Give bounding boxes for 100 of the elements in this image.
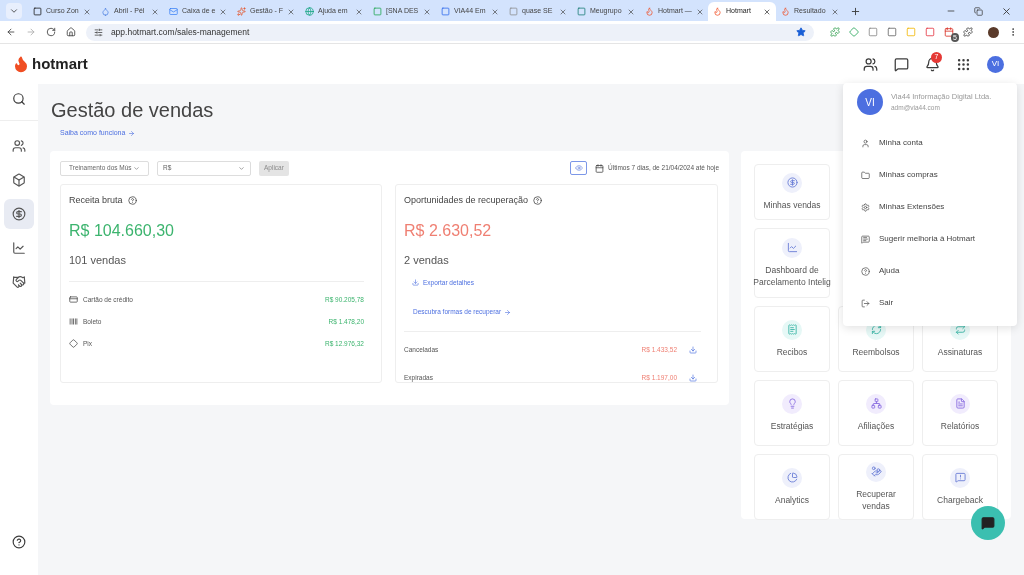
tile-label: Reembolsos — [852, 345, 900, 358]
caret-icon — [133, 164, 140, 172]
apps-grid-icon[interactable] — [956, 56, 971, 72]
square-icon — [33, 7, 42, 16]
shortcut-tile[interactable]: Relatórios — [922, 379, 998, 446]
menu-item[interactable]: Minhas Extensões — [857, 191, 1003, 223]
close-icon[interactable] — [423, 7, 431, 16]
shortcut-tile[interactable]: Analytics — [754, 453, 830, 520]
tile-label: Chargeback — [937, 493, 983, 506]
tile-label: Minhas vendas — [763, 198, 821, 211]
shortcut-tile[interactable]: Dashboard de Parcelamento Intelig — [754, 227, 830, 298]
tile-label: Dashboard de — [765, 263, 819, 276]
square-icon[interactable] — [887, 27, 897, 37]
profile-avatar[interactable] — [988, 26, 999, 38]
mail-icon — [169, 7, 178, 16]
download-icon[interactable] — [689, 346, 697, 354]
chart-icon — [12, 241, 26, 255]
arrow-icon — [504, 308, 512, 316]
menu-item[interactable]: Ajuda — [857, 255, 1003, 287]
menu-item[interactable]: Sugerir melhoria à Hotmart — [857, 223, 1003, 255]
close-icon[interactable] — [491, 7, 499, 16]
home-icon[interactable] — [65, 27, 76, 37]
help-icon[interactable] — [533, 195, 543, 205]
card-title: Receita bruta — [69, 193, 123, 207]
extensions-icon[interactable] — [963, 27, 973, 37]
logo-text: hotmart — [32, 53, 88, 74]
help-icon[interactable] — [12, 535, 26, 549]
people-icon[interactable] — [863, 56, 878, 72]
close-icon[interactable] — [627, 7, 635, 16]
shortcut-tile[interactable]: Recuperar vendas — [838, 453, 914, 520]
droplet-icon — [101, 7, 110, 16]
address-bar[interactable]: app.hotmart.com/sales-management — [85, 23, 814, 41]
site-settings-icon[interactable] — [93, 27, 103, 37]
help-icon — [861, 266, 870, 276]
tile-label: Assinaturas — [937, 345, 983, 358]
shortcut-tile[interactable]: Recibos — [754, 305, 830, 372]
lightbulb-icon — [786, 398, 798, 409]
card-title: Oportunidades de recuperação — [404, 193, 529, 207]
tile-label: Recuperar — [856, 487, 896, 500]
close-icon[interactable] — [151, 7, 159, 16]
logout-icon — [861, 298, 870, 308]
square-icon — [577, 7, 586, 16]
new-tab-icon[interactable] — [850, 6, 861, 17]
dollar-icon — [786, 177, 798, 188]
shortcut-tile[interactable]: Minhas vendas — [754, 163, 830, 220]
download-icon — [412, 278, 419, 286]
visibility-toggle[interactable] — [570, 161, 588, 175]
square-icon[interactable] — [925, 27, 935, 37]
star-icon[interactable] — [796, 27, 806, 37]
close-icon[interactable] — [559, 7, 567, 16]
recovery-amount: R$ 2.630,52 — [404, 221, 493, 241]
close-icon[interactable] — [355, 7, 363, 16]
download-icon[interactable] — [689, 374, 697, 382]
sidebar-item[interactable] — [4, 199, 34, 229]
search-icon[interactable] — [12, 92, 26, 106]
flame-icon — [781, 7, 790, 16]
flame-icon — [713, 7, 722, 16]
close-icon[interactable] — [287, 7, 296, 16]
hand-coins-icon — [870, 466, 882, 477]
chat-icon[interactable] — [894, 56, 909, 72]
restore-icon[interactable] — [974, 7, 983, 16]
chat-button[interactable] — [971, 506, 1005, 540]
tile-label: Recibos — [776, 345, 808, 358]
chart-icon — [786, 242, 798, 253]
close-icon[interactable] — [1001, 6, 1012, 17]
reload-icon[interactable] — [45, 27, 56, 37]
puzzle-icon[interactable] — [830, 27, 840, 37]
close-icon[interactable] — [219, 7, 228, 16]
close-icon[interactable] — [695, 7, 704, 16]
shortcut-tile[interactable]: Estratégias — [754, 379, 830, 446]
network-icon — [870, 398, 882, 409]
close-icon[interactable] — [763, 7, 771, 16]
url-text: app.hotmart.com/sales-management — [110, 25, 251, 39]
tile-label: Relatórios — [940, 419, 980, 432]
calendar-icon[interactable] — [595, 163, 605, 173]
folder-icon — [861, 170, 870, 180]
bell-icon[interactable] — [925, 56, 940, 72]
menu-item[interactable]: Minhas compras — [857, 159, 1003, 191]
tile-label: Analytics — [775, 493, 809, 506]
close-icon[interactable] — [831, 7, 839, 16]
tile-label: Estratégias — [770, 419, 814, 432]
diamond-icon — [69, 339, 78, 348]
page-title: Gestão de vendas — [51, 98, 214, 122]
menu-item[interactable]: Minha conta — [857, 127, 1003, 159]
shortcut-tile[interactable]: Afiliações — [838, 379, 914, 446]
refresh-icon — [870, 324, 882, 335]
chat-warning-icon — [954, 472, 966, 483]
help-icon[interactable] — [127, 195, 137, 205]
close-icon[interactable] — [83, 7, 91, 16]
flame-logo-icon — [12, 55, 30, 73]
avatar[interactable]: VI — [987, 55, 1004, 73]
receipt-icon — [786, 324, 798, 335]
pie-chart-icon — [786, 472, 798, 483]
back-icon[interactable] — [6, 27, 16, 37]
sparkle-icon — [237, 7, 246, 16]
handshake-icon — [12, 275, 26, 289]
repeat-icon — [954, 324, 966, 335]
sales-count: 101 vendas — [69, 253, 127, 268]
dollar-icon — [12, 207, 26, 221]
calendar-icon[interactable] — [944, 27, 954, 37]
